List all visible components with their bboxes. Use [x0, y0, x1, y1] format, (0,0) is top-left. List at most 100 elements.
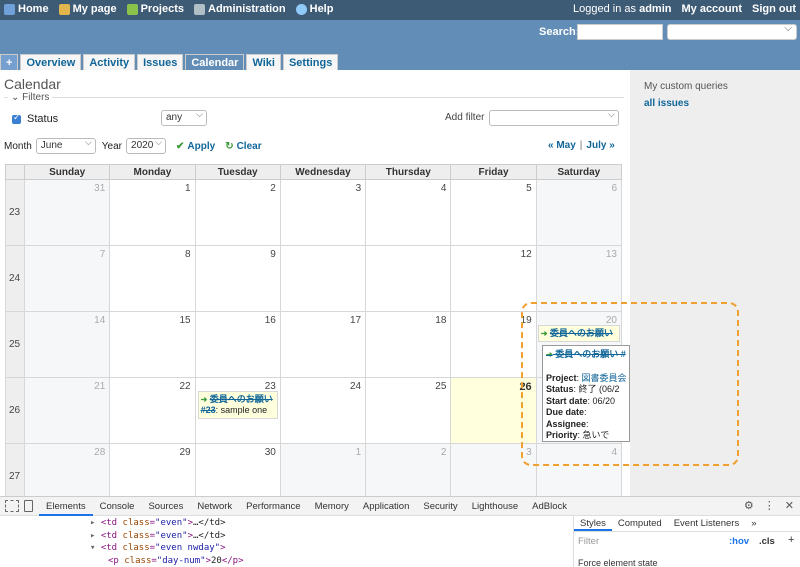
tab-overview[interactable]: Overview [20, 54, 82, 70]
calendar-issue[interactable]: ➜ 委員へのお願い #23: sample one [197, 391, 278, 419]
devtools-tab-application[interactable]: Application [356, 497, 416, 516]
more-tabs-icon[interactable]: » [745, 516, 762, 531]
day-number: 8 [185, 249, 191, 260]
logged-user[interactable]: admin [639, 3, 671, 15]
dom-node[interactable]: ▸ <td class="even">…</td> [90, 530, 244, 543]
day-cell[interactable]: 1 [279, 443, 367, 496]
day-cell[interactable]: 21 [23, 377, 111, 444]
week-row: 23 31 1 2 3 4 5 6 [5, 179, 623, 246]
day-cell[interactable]: 4 [365, 179, 452, 246]
day-number: 1 [185, 183, 191, 194]
day-cell[interactable]: 15 [109, 311, 196, 378]
hov-toggle[interactable]: :hov [729, 536, 749, 547]
week-number: 24 [5, 245, 25, 312]
filters-legend[interactable]: ⌄ Filters [8, 92, 53, 103]
devtools-tab-network[interactable]: Network [190, 497, 239, 516]
status-operator-select[interactable]: any [161, 109, 207, 126]
dom-node[interactable]: ▸ <td class="even">…</td> [90, 517, 244, 530]
devtools-tab-console[interactable]: Console [93, 497, 142, 516]
dom-node[interactable]: ▾ <td class="even nwday"> [90, 542, 244, 555]
day-cell[interactable]: 28 [23, 443, 111, 496]
cls-toggle[interactable]: .cls [759, 536, 775, 547]
devtools-tab-performance[interactable]: Performance [239, 497, 307, 516]
more-options-icon[interactable]: ⋮ [764, 499, 775, 512]
administration-link[interactable]: Administration [194, 3, 286, 15]
projects-link[interactable]: Projects [126, 3, 184, 15]
add-rule-icon[interactable]: + [788, 534, 794, 546]
help-link[interactable]: Help [295, 3, 333, 15]
home-link[interactable]: Home [4, 3, 49, 15]
devtools-tab-adblock[interactable]: AdBlock [525, 497, 574, 516]
event-listeners-tab[interactable]: Event Listeners [668, 516, 745, 531]
day-cell[interactable]: 2 [194, 179, 281, 246]
tab-new[interactable]: + [0, 54, 19, 70]
dom-node[interactable]: <p class="day-num">20</p> [90, 555, 244, 567]
devtools-tab-sources[interactable]: Sources [141, 497, 190, 516]
styles-tab[interactable]: Styles [574, 516, 612, 531]
day-cell[interactable]: 17 [279, 311, 367, 378]
issue-subject-link[interactable]: 委員へのお願い [210, 394, 273, 404]
issue-id-link[interactable]: #23 [201, 405, 216, 415]
prev-month-link[interactable]: « May [548, 140, 576, 151]
day-cell[interactable]: 9 [194, 245, 281, 312]
day-cell[interactable]: 30 [194, 443, 281, 496]
clear-button[interactable]: ↻ Clear [225, 141, 261, 152]
day-cell[interactable] [279, 245, 367, 312]
devtools-tab-security[interactable]: Security [416, 497, 464, 516]
settings-gear-icon[interactable]: ⚙ [744, 499, 754, 512]
project-jump-select[interactable] [667, 23, 797, 40]
my-account-link[interactable]: My account [681, 3, 742, 15]
day-cell[interactable]: 16 [194, 311, 281, 378]
projects-icon [126, 3, 138, 15]
tab-settings[interactable]: Settings [282, 54, 339, 70]
month-select[interactable]: June [35, 137, 96, 154]
tab-activity[interactable]: Activity [83, 54, 136, 70]
device-toolbar-icon[interactable] [24, 500, 33, 512]
day-cell[interactable]: 8 [109, 245, 196, 312]
sign-out-link[interactable]: Sign out [752, 3, 796, 15]
day-cell[interactable]: 24 [279, 377, 367, 444]
my-page-link[interactable]: My page [58, 3, 117, 15]
day-cell[interactable]: 3 [279, 179, 367, 246]
tab-wiki[interactable]: Wiki [246, 54, 281, 70]
week-number: 27 [5, 443, 25, 496]
wrench-icon [194, 3, 205, 15]
close-icon[interactable]: ✕ [785, 499, 794, 512]
computed-tab[interactable]: Computed [612, 516, 668, 531]
day-cell[interactable]: 22 [109, 377, 196, 444]
tab-issues[interactable]: Issues [137, 54, 184, 70]
year-select[interactable]: 2020 [126, 137, 167, 154]
chevron-down-icon: ⌄ [11, 92, 23, 103]
all-issues-link[interactable]: all issues [644, 98, 689, 109]
day-number: 22 [179, 381, 191, 392]
search-input[interactable] [577, 24, 663, 40]
day-cell[interactable]: 29 [109, 443, 196, 496]
day-cell[interactable]: 14 [23, 311, 111, 378]
devtools-tab-elements[interactable]: Elements [39, 497, 93, 516]
day-cell[interactable]: 18 [365, 311, 452, 378]
day-number: 24 [350, 381, 362, 392]
devtools-tab-memory[interactable]: Memory [308, 497, 356, 516]
styles-filter-input[interactable]: Filter [578, 536, 599, 547]
inspect-icon[interactable] [5, 500, 19, 512]
day-cell[interactable]: 7 [23, 245, 111, 312]
day-cell[interactable]: 6 [535, 179, 623, 246]
apply-button[interactable]: ✔ Apply [176, 141, 215, 152]
next-month-link[interactable]: July » [586, 140, 614, 151]
day-cell[interactable]: 2 [365, 443, 452, 496]
user-icon [58, 3, 70, 15]
day-cell[interactable]: 1 [109, 179, 196, 246]
weekday-header: Tuesday [194, 164, 281, 180]
status-checkbox[interactable] [12, 112, 21, 124]
add-filter-select[interactable] [489, 109, 619, 126]
day-cell[interactable]: 31 [23, 179, 111, 246]
day-cell[interactable]: 25 [365, 377, 452, 444]
day-cell[interactable]: 23 ➜ 委員へのお願い #23: sample one [194, 377, 281, 444]
day-cell[interactable]: 5 [450, 179, 537, 246]
day-number: 25 [435, 381, 447, 392]
devtools-tab-lighthouse[interactable]: Lighthouse [465, 497, 525, 516]
help-icon [295, 3, 307, 15]
day-cell[interactable] [365, 245, 452, 312]
tab-calendar[interactable]: Calendar [185, 54, 245, 70]
day-cell[interactable]: 12 [450, 245, 537, 312]
